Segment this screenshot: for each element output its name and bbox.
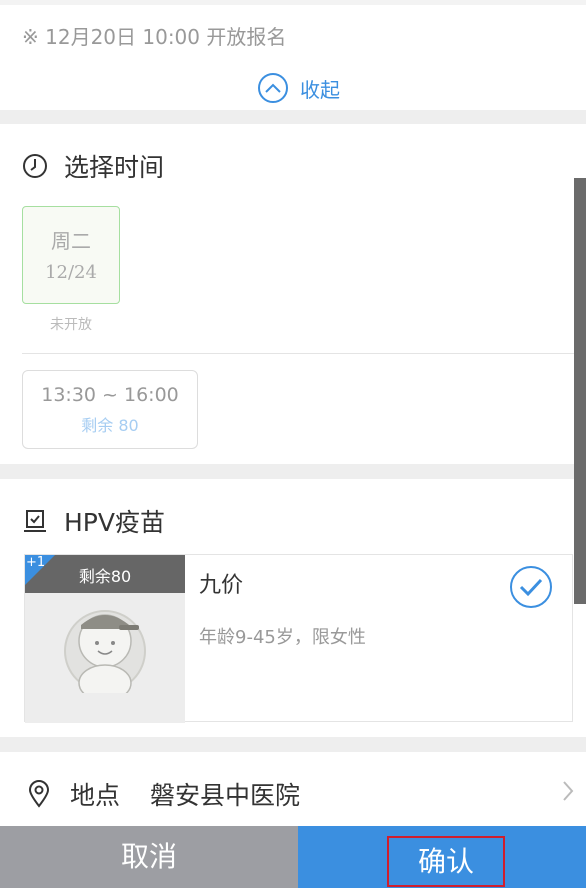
location-info: 地点 磐安县中医院 <box>28 776 300 812</box>
vaccine-section-header: HPV疫苗 <box>22 503 165 539</box>
collapse-label: 收起 <box>300 77 340 102</box>
avatar-placeholder-icon <box>64 610 146 693</box>
vaccine-section-title: HPV疫苗 <box>64 508 165 537</box>
scrollbar[interactable] <box>574 178 586 604</box>
confirm-button-area[interactable]: 确认 <box>298 826 586 888</box>
time-section-header: 选择时间 <box>22 148 164 184</box>
collapse-button[interactable]: 收起 <box>258 73 340 103</box>
vaccine-section: HPV疫苗 +1 剩余80 九价 年龄9-45岁，限女性 <box>0 479 586 737</box>
check-circle-icon[interactable] <box>509 565 553 613</box>
cancel-button[interactable]: 取消 <box>0 826 298 888</box>
clock-icon <box>22 153 48 179</box>
divider <box>22 353 586 354</box>
vaccine-name: 九价 <box>199 573 244 598</box>
vaccine-option[interactable]: +1 剩余80 九价 年龄9-45岁，限女性 <box>24 554 573 723</box>
vaccine-description: 年龄9-45岁，限女性 <box>199 627 366 648</box>
date-option[interactable]: 周二 12/24 <box>22 206 120 304</box>
time-slot-range: 13:30 ~ 16:00 <box>41 384 179 406</box>
chevron-up-icon <box>258 73 288 103</box>
time-slot-remaining: 剩余 80 <box>81 416 139 435</box>
count-badge: +1 <box>26 555 46 570</box>
date-value: 12/24 <box>45 262 97 283</box>
notice-section: ※ 12月20日 10:00 开放报名 收起 <box>0 0 586 110</box>
location-label: 地点 <box>70 781 121 810</box>
time-section-title: 选择时间 <box>64 153 165 182</box>
chevron-right-icon <box>562 780 574 806</box>
location-value: 磐安县中医院 <box>150 781 301 810</box>
registration-notice: ※ 12月20日 10:00 开放报名 <box>22 25 287 49</box>
time-slot-option[interactable]: 13:30 ~ 16:00 剩余 80 <box>22 370 198 449</box>
confirm-button[interactable]: 确认 <box>387 836 505 887</box>
vaccine-image: +1 剩余80 <box>25 555 185 723</box>
time-section: 选择时间 周二 12/24 未开放 13:30 ~ 16:00 剩余 80 <box>0 124 586 464</box>
location-pin-icon <box>28 780 50 808</box>
date-status: 未开放 <box>50 317 92 333</box>
date-weekday: 周二 <box>51 229 91 253</box>
vaccine-icon <box>22 508 48 534</box>
location-row[interactable]: 地点 磐安县中医院 <box>0 752 586 826</box>
